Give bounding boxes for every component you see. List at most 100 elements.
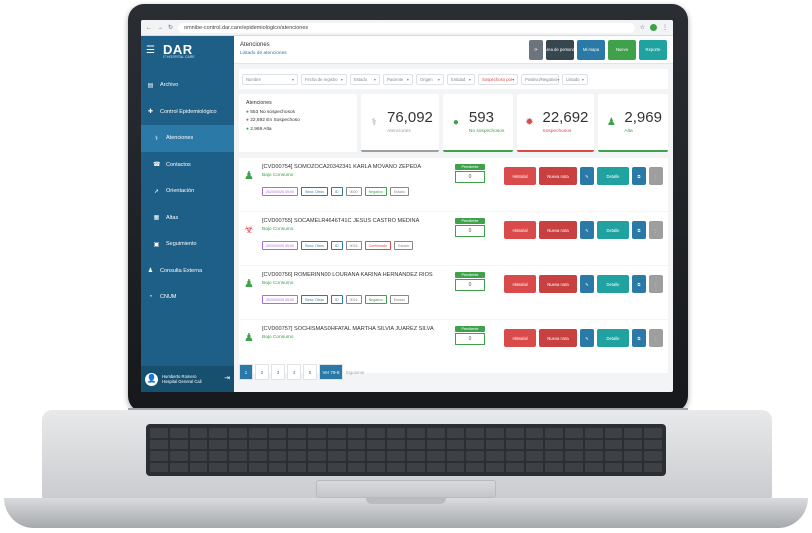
action-detalle-button[interactable]: Detalle [597,329,629,347]
action-icon-button[interactable]: ✎ [580,329,594,347]
extension-icon[interactable] [650,24,657,31]
action-nueva-nota-button[interactable]: Nueva nota [539,221,577,239]
filter-field[interactable]: Paciente ▾ [383,73,413,85]
stat-card: ⚕ 76,092 Atenciones [361,94,439,152]
row-tag: Sexo: Otros [300,187,328,196]
toolbar-button-1[interactable]: Area de personal [544,39,576,60]
keyboard-key [644,462,662,472]
keyboard-key [446,439,465,449]
action-icon-button[interactable]: ⋮ [649,329,663,347]
filter-field[interactable]: Fecha de registro ▾ [301,73,347,85]
action-historial-button[interactable]: Historial [504,167,536,185]
action-icon-button[interactable]: ✎ [580,167,594,185]
keyboard-key [248,428,267,438]
action-detalle-button[interactable]: Detalle [597,275,629,293]
action-historial-button[interactable]: Historial [504,329,536,347]
toolbar-button-3[interactable]: Nuevo [608,39,636,60]
action-historial-button[interactable]: Historial [504,275,536,293]
next-page-button[interactable]: Ver 79-8 [319,364,343,380]
sidebar-item-contactos[interactable]: ☎ Contactos [141,152,234,179]
keyboard-key [367,428,386,438]
star-icon[interactable]: ☆ [640,24,645,31]
action-icon-button[interactable]: ⧉ [632,167,646,185]
action-icon-button[interactable]: ⋮ [649,275,663,293]
action-icon-button[interactable]: ⋮ [649,167,663,185]
stat-value: 2,969 [624,109,662,126]
chevron-down-icon: ▾ [468,76,471,82]
stat-value: 76,092 [387,109,433,126]
chart-icon: ◔ [148,294,153,301]
forward-icon[interactable]: → [157,25,163,31]
sidebar-item-atenciones[interactable]: ⚕ Atenciones [141,125,234,152]
row-actions: Historial Nueva nota ✎ Detalle ⧉ ⋮ [504,167,663,185]
filter-field[interactable]: Positivo/Negativo ▾ [521,73,559,85]
page-button[interactable]: 3 [271,364,285,380]
logout-icon[interactable]: ⇥ [224,375,230,384]
sidebar-item-orientaci-n[interactable]: ➚ Orientación [141,178,234,205]
chevron-down-icon: ▾ [406,76,409,82]
keyboard-key [150,462,168,472]
keyboard-key [268,451,287,461]
keyboard-key [505,462,524,472]
sidebar-item-cnum[interactable]: ◔ CNUM [141,284,234,311]
filter-field[interactable]: Estado ▾ [350,73,380,85]
page-button[interactable]: 2 [255,364,269,380]
back-icon[interactable]: ← [146,25,152,31]
filter-field[interactable]: Listado ▾ [562,73,588,85]
table-row[interactable]: ♟ [CVD00756] ROMERINN00 LOURANA KARINA HE… [239,266,668,319]
toolbar-button-4[interactable]: Reporte [639,39,667,60]
keyboard-key [426,428,445,438]
action-icon-button[interactable]: ⧉ [632,275,646,293]
filter-label: Entidad [451,76,466,82]
action-icon-button[interactable]: ✎ [580,275,594,293]
sidebar-item-consulta-externa[interactable]: ♟ Consulta Externa [141,258,234,285]
action-historial-button[interactable]: Historial [504,221,536,239]
page-button[interactable]: 1 [239,364,253,380]
sidebar-item-archivo[interactable]: ▤ Archivo [141,72,234,99]
address-bar[interactable]: omnibe-control.dar.care/epidemiologico/a… [178,22,635,33]
pager-extra[interactable]: Siguiente [345,364,365,380]
row-title[interactable]: [CVD00756] ROMERINN00 LOURANA KARINA HER… [262,272,452,278]
toolbar-button-0[interactable]: ⟳ [529,39,543,60]
avatar[interactable]: 👤 [145,372,158,386]
reload-icon[interactable]: ↻ [168,24,173,31]
keyboard-key [525,428,544,438]
toolbar-button-2[interactable]: Mi mapa [577,39,605,60]
row-title[interactable]: [CVD00754] SOMOZOCA20342341 KARLA MOVANO… [262,164,452,170]
action-nueva-nota-button[interactable]: Nueva nota [539,329,577,347]
action-icon-button[interactable]: ⧉ [632,329,646,347]
filter-label: Listado [566,76,580,82]
document-icon: ▦ [153,215,160,222]
page-button[interactable]: 5 [303,364,317,380]
sidebar-item-altas[interactable]: ▦ Altas [141,205,234,232]
action-detalle-button[interactable]: Detalle [597,221,629,239]
action-icon-button[interactable]: ⧉ [632,221,646,239]
sidebar-item-seguimiento[interactable]: ▣ Seguimiento [141,231,234,258]
status-badge: Pendiente 0 [455,164,485,183]
row-title[interactable]: [CVD00757] SOCHISMAS0HFATAL MARTHA SILVI… [262,326,452,332]
table-row[interactable]: ♟ [CVD00754] SOMOZOCA20342341 KARLA MOVAN… [239,158,668,211]
status-badge-count: 0 [455,333,485,345]
filter-field[interactable]: Nombre ▾ [242,73,298,85]
action-detalle-button[interactable]: Detalle [597,167,629,185]
table-row[interactable]: ☣ [CVD00755] SOCAMELR4646T41C JESUS CASTR… [239,212,668,265]
filter-field[interactable]: Sospechoso por ▾ [478,73,518,85]
keyboard-key [169,451,188,461]
hamburger-icon[interactable]: ☰ [146,45,155,56]
filter-field[interactable]: Entidad ▾ [447,73,475,85]
row-tag: Confirmado [364,241,392,250]
page-button[interactable]: 4 [287,364,301,380]
stat-card: ✹ 22,692 Sospechosos [516,94,595,152]
filter-label: Positivo/Negativo [525,76,558,82]
keyboard-key [229,462,247,472]
sidebar-item-control-epidemiol-gico[interactable]: ✚ Control Epidemiológico [141,99,234,126]
menu-icon[interactable]: ⋮ [662,24,668,31]
action-nueva-nota-button[interactable]: Nueva nota [539,167,577,185]
action-icon-button[interactable]: ✎ [580,221,594,239]
action-nueva-nota-button[interactable]: Nueva nota [539,275,577,293]
row-title[interactable]: [CVD00755] SOCAMELR4646T41C JESUS CASTRO… [262,218,452,224]
action-icon-button[interactable]: ⋮ [649,221,663,239]
keyboard-key [209,428,228,438]
filter-field[interactable]: Origen ▾ [416,73,444,85]
breadcrumb[interactable]: Listado de atenciones [240,50,287,58]
